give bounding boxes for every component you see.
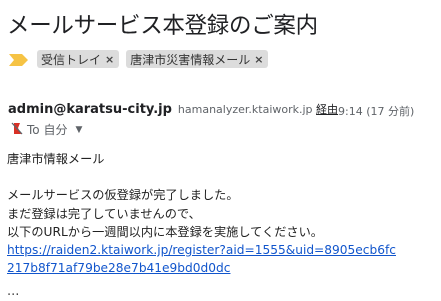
body-line: 以下のURLから一週間以内に本登録を実施してください。 <box>7 224 323 239</box>
chevron-down-icon[interactable]: ▼ <box>75 125 82 135</box>
remove-label-icon[interactable]: × <box>105 53 114 66</box>
body-line: メールサービスの仮登録が完了しました。 <box>7 188 239 203</box>
body-line: 唐津市情報メール <box>7 152 105 166</box>
label-chip-inbox: 受信トレイ × <box>37 50 120 68</box>
importance-flag-icon <box>11 122 23 138</box>
register-link[interactable]: https://raiden2.ktaiwork.jp/register?aid… <box>7 243 396 257</box>
remove-label-icon[interactable]: × <box>254 53 263 66</box>
label-chip-text: 唐津市災害情報メール <box>130 52 251 67</box>
via-link[interactable]: 経由 <box>316 103 338 116</box>
email-subject: メールサービス本登録のご案内 <box>7 13 318 39</box>
trimmed-content-ellipsis[interactable]: ... <box>7 284 19 299</box>
body-line: まだ登録は完了していませんので、 <box>7 206 201 221</box>
label-chip-text: 受信トレイ <box>41 52 102 67</box>
recipient-text: To 自分 <box>27 123 68 137</box>
label-bar: 受信トレイ × 唐津市災害情報メール × <box>8 49 269 69</box>
importance-marker-icon[interactable] <box>8 52 30 66</box>
via-domain: hamanalyzer.ktaiwork.jp <box>177 103 313 116</box>
via-info: hamanalyzer.ktaiwork.jp 経由 <box>178 101 338 117</box>
register-link-continued[interactable]: 217b8f71af79be28e7b41e9bd0d0dc <box>7 261 230 275</box>
body-blank-line <box>7 168 396 186</box>
label-chip-disaster-mail: 唐津市災害情報メール × <box>126 50 269 68</box>
message-time: 9:14 (17 分前) <box>338 105 415 118</box>
recipient-row[interactable]: To 自分 ▼ <box>11 121 82 138</box>
sender-row: admin@karatsu-city.jp hamanalyzer.ktaiwo… <box>8 101 338 117</box>
sender-email[interactable]: admin@karatsu-city.jp <box>8 102 172 117</box>
message-body: 唐津市情報メール メールサービスの仮登録が完了しました。 まだ登録は完了していま… <box>7 150 396 277</box>
